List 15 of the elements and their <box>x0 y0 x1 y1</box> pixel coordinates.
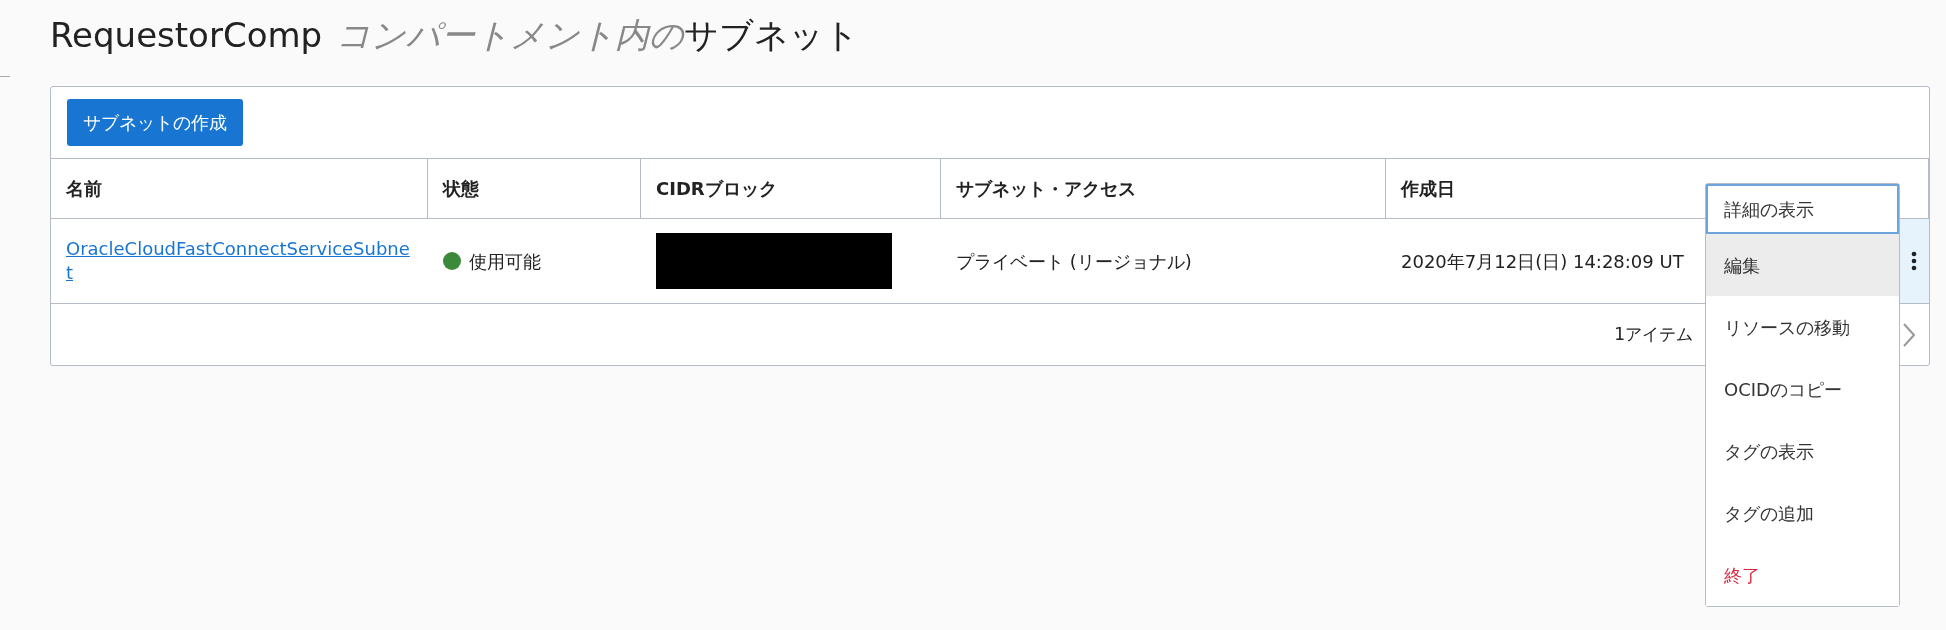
create-subnet-button[interactable]: サブネットの作成 <box>67 99 243 146</box>
column-header: 状態 <box>428 158 641 218</box>
page-title: コンパートメント内のサブネット <box>336 14 860 57</box>
menu-item[interactable]: 詳細の表示 <box>1706 184 1899 234</box>
subnet-name-link[interactable]: OracleCloudFastConnectServiceSubnet <box>66 236 413 286</box>
pager-text: 1アイテム <box>1614 322 1693 346</box>
compartment-name: RequestorComp <box>50 14 323 57</box>
menu-item[interactable]: 編集 <box>1706 234 1899 296</box>
column-header: 名前 <box>51 158 428 218</box>
column-header: CIDRブロック <box>641 158 941 218</box>
status-text: 使用可能 <box>469 249 541 274</box>
next-page-icon[interactable] <box>1903 322 1915 347</box>
kebab-menu-icon[interactable] <box>1911 251 1917 271</box>
column-header: サブネット・アクセス <box>941 158 1386 218</box>
table-cell: プライベート (リージョナル) <box>941 218 1386 303</box>
